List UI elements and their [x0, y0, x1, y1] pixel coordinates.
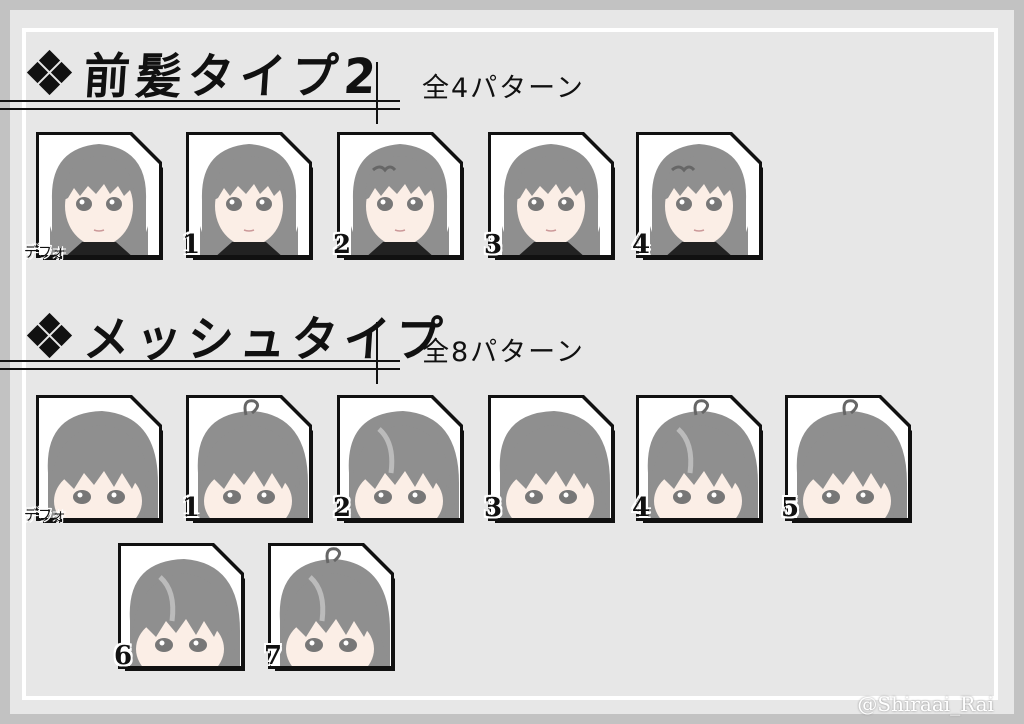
section-title-text: 前髪タイプ2: [81, 47, 384, 105]
character-portrait: [337, 132, 464, 260]
section-title-bangs: 前髪タイプ2: [26, 40, 384, 106]
variant-card: 4: [632, 130, 764, 262]
variant-label: デフォ: [24, 245, 66, 261]
character-portrait: [186, 132, 313, 260]
title-tick: [376, 322, 378, 384]
variant-label: 7: [264, 641, 283, 671]
character-portrait: [636, 395, 763, 523]
variant-card: 5: [781, 393, 913, 525]
variant-label: 1: [182, 493, 201, 523]
variant-card: 2: [333, 393, 465, 525]
variant-card: 3: [484, 130, 616, 262]
character-portrait: [186, 395, 313, 523]
variant-card: 4: [632, 393, 764, 525]
variant-label: 4: [632, 493, 651, 523]
variant-card: 1: [182, 130, 314, 262]
variant-label: 3: [484, 493, 503, 523]
character-portrait: [488, 132, 615, 260]
character-portrait: [785, 395, 912, 523]
title-underline: [0, 360, 400, 370]
diamond-cluster-icon: [26, 312, 73, 359]
variant-card: デフォ: [24, 393, 164, 525]
variant-label: 5: [781, 493, 800, 523]
character-portrait: [337, 395, 464, 523]
pattern-count: 全8パターン: [422, 337, 585, 368]
variant-label: 2: [333, 493, 352, 523]
title-underline: [0, 100, 400, 110]
watermark: @Shiraai_Rai: [857, 692, 994, 716]
variant-card: 7: [264, 541, 396, 673]
variant-card: 6: [114, 541, 246, 673]
variant-card: 3: [484, 393, 616, 525]
variant-label: デフォ: [24, 508, 66, 524]
title-tick: [376, 62, 378, 124]
character-portrait: [118, 543, 245, 671]
variant-label: 6: [114, 641, 133, 671]
variant-card: デフォ: [24, 130, 164, 262]
variant-label: 1: [182, 230, 201, 260]
variant-card: 2: [333, 130, 465, 262]
variant-label: 2: [333, 230, 352, 260]
character-portrait: [636, 132, 763, 260]
pattern-count: 全4パターン: [422, 73, 585, 104]
diamond-cluster-icon: [26, 49, 73, 96]
character-portrait: [268, 543, 395, 671]
variant-card: 1: [182, 393, 314, 525]
character-portrait: [488, 395, 615, 523]
variant-label: 4: [632, 230, 651, 260]
variant-label: 3: [484, 230, 503, 260]
